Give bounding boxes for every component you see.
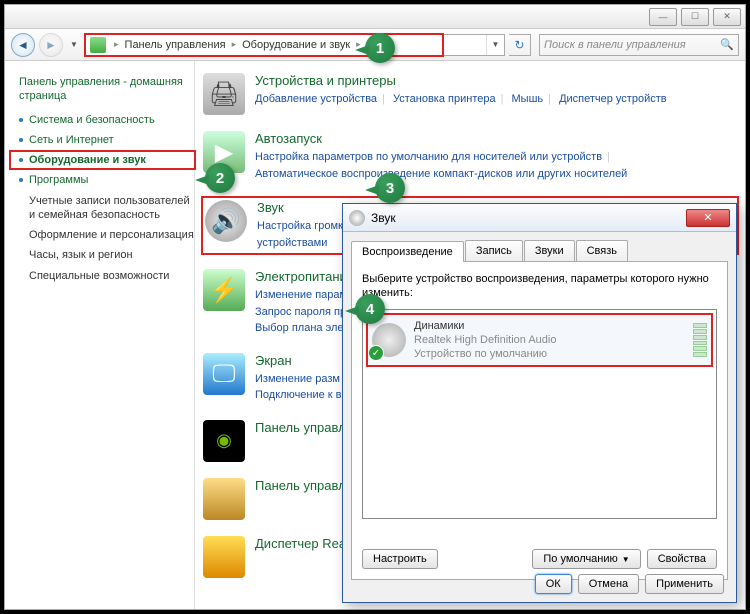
- sidebar-item-clock[interactable]: Часы, язык и регион: [29, 248, 194, 262]
- realtek-icon: [203, 536, 245, 578]
- check-icon: ✓: [368, 345, 384, 361]
- nvidia-icon: ◉: [203, 420, 245, 462]
- device-status: Устройство по умолчанию: [414, 347, 556, 361]
- dialog-title: Звук: [371, 211, 396, 225]
- link-autoplay-cd[interactable]: Автоматическое воспроизведение компакт-д…: [255, 168, 627, 180]
- titlebar: — ☐ ✕: [5, 5, 745, 29]
- tab-playback[interactable]: Воспроизведение: [351, 241, 464, 262]
- link-mouse[interactable]: Мышь: [512, 93, 544, 105]
- link-connect-display[interactable]: Подключение к в: [255, 389, 342, 401]
- callout-4: 4: [355, 294, 385, 324]
- breadcrumb-current[interactable]: Оборудование и звук: [240, 39, 352, 51]
- category-devices: 🖨 Устройства и принтеры Добавление устро…: [203, 73, 737, 115]
- sidebar-item-hardware-sound[interactable]: Оборудование и звук: [19, 154, 194, 166]
- dialog-body: Воспроизведение Запись Звуки Связь Выбер…: [343, 232, 736, 588]
- sidebar: Панель управления - домашняя страница Си…: [5, 61, 195, 609]
- dialog-footer: ОК Отмена Применить: [535, 574, 724, 594]
- minimize-button[interactable]: —: [649, 8, 677, 26]
- device-item-speakers[interactable]: ✓ Динамики Realtek High Definition Audio…: [366, 313, 713, 368]
- sidebar-item-network[interactable]: Сеть и Интернет: [19, 134, 194, 146]
- device-list[interactable]: ✓ Динамики Realtek High Definition Audio…: [362, 309, 717, 519]
- callout-2: 2: [205, 163, 235, 193]
- category-title[interactable]: Устройства и принтеры: [255, 73, 737, 88]
- properties-button[interactable]: Свойства: [647, 549, 717, 569]
- sidebar-item-system[interactable]: Система и безопасность: [19, 114, 194, 126]
- callout-1: 1: [365, 33, 395, 63]
- search-icon[interactable]: 🔍: [720, 38, 734, 51]
- device-name: Динамики: [414, 319, 556, 333]
- highlight-box-2: [9, 150, 196, 170]
- close-button[interactable]: ✕: [713, 8, 741, 26]
- power-icon: ⚡: [203, 269, 245, 311]
- control-panel-window: — ☐ ✕ ◄ ► ▼ ▸ Панель управления ▸ Оборуд…: [4, 4, 746, 610]
- tab-button-row: Настроить По умолчанию▼ Свойства: [362, 549, 717, 569]
- tab-sounds[interactable]: Звуки: [524, 240, 575, 261]
- speaker-icon: [349, 210, 365, 226]
- panel-icon: [203, 478, 245, 520]
- address-bar[interactable]: ▸ Панель управления ▸ Оборудование и зву…: [85, 34, 505, 56]
- monitor-icon: 🖵: [203, 353, 245, 395]
- back-button[interactable]: ◄: [11, 33, 35, 57]
- link-install-printer[interactable]: Установка принтера: [393, 93, 496, 105]
- tab-recording[interactable]: Запись: [465, 240, 523, 261]
- speaker-icon: 🔊: [205, 200, 247, 242]
- tab-communications[interactable]: Связь: [576, 240, 628, 261]
- category-links: Добавление устройства| Установка принтер…: [255, 91, 737, 108]
- apply-button[interactable]: Применить: [645, 574, 724, 594]
- nav-history-dropdown[interactable]: ▼: [67, 33, 81, 57]
- forward-button[interactable]: ►: [39, 33, 63, 57]
- configure-button[interactable]: Настроить: [362, 549, 438, 569]
- dialog-close-button[interactable]: ✕: [686, 209, 730, 227]
- location-icon: [90, 37, 106, 53]
- level-meter: [693, 323, 707, 357]
- instruction-text: Выберите устройство воспроизведения, пар…: [362, 272, 717, 301]
- cancel-button[interactable]: Отмена: [578, 574, 639, 594]
- device-text: Динамики Realtek High Definition Audio У…: [414, 319, 556, 362]
- device-driver: Realtek High Definition Audio: [414, 333, 556, 347]
- breadcrumb-sep: ▸: [110, 39, 123, 50]
- link-text-size[interactable]: Изменение разм: [255, 373, 340, 385]
- search-placeholder: Поиск в панели управления: [544, 39, 686, 51]
- link-device-manager[interactable]: Диспетчер устройств: [559, 93, 667, 105]
- sidebar-item-appearance[interactable]: Оформление и персонализация: [29, 228, 194, 242]
- printer-icon: 🖨: [203, 73, 245, 115]
- tab-strip: Воспроизведение Запись Звуки Связь: [351, 240, 728, 262]
- callout-3: 3: [375, 173, 405, 203]
- tab-panel: Выберите устройство воспроизведения, пар…: [351, 262, 728, 580]
- link-autoplay-defaults[interactable]: Настройка параметров по умолчанию для но…: [255, 151, 602, 163]
- link-add-device[interactable]: Добавление устройства: [255, 93, 377, 105]
- ok-button[interactable]: ОК: [535, 574, 572, 594]
- category-title[interactable]: Автозапуск: [255, 131, 737, 146]
- sidebar-home[interactable]: Панель управления - домашняя страница: [19, 75, 194, 104]
- sidebar-item-access[interactable]: Специальные возможности: [29, 269, 194, 283]
- sidebar-item-users[interactable]: Учетные записи пользователей и семейная …: [29, 194, 194, 223]
- default-button[interactable]: По умолчанию▼: [532, 549, 640, 569]
- refresh-button[interactable]: ↻: [509, 34, 531, 56]
- speaker-device-icon: ✓: [372, 323, 406, 357]
- category-autoplay: ▶ Автозапуск Настройка параметров по умо…: [203, 131, 737, 182]
- sound-dialog: Звук ✕ Воспроизведение Запись Звуки Связ…: [342, 203, 737, 603]
- breadcrumb-sep: ▸: [228, 39, 241, 50]
- breadcrumb-root[interactable]: Панель управления: [123, 39, 228, 51]
- address-dropdown[interactable]: ▼: [486, 35, 504, 55]
- search-input[interactable]: Поиск в панели управления 🔍: [539, 34, 739, 56]
- sidebar-item-programs[interactable]: Программы: [19, 174, 194, 186]
- maximize-button[interactable]: ☐: [681, 8, 709, 26]
- category-links: Настройка параметров по умолчанию для но…: [255, 149, 737, 182]
- dialog-titlebar: Звук ✕: [343, 204, 736, 232]
